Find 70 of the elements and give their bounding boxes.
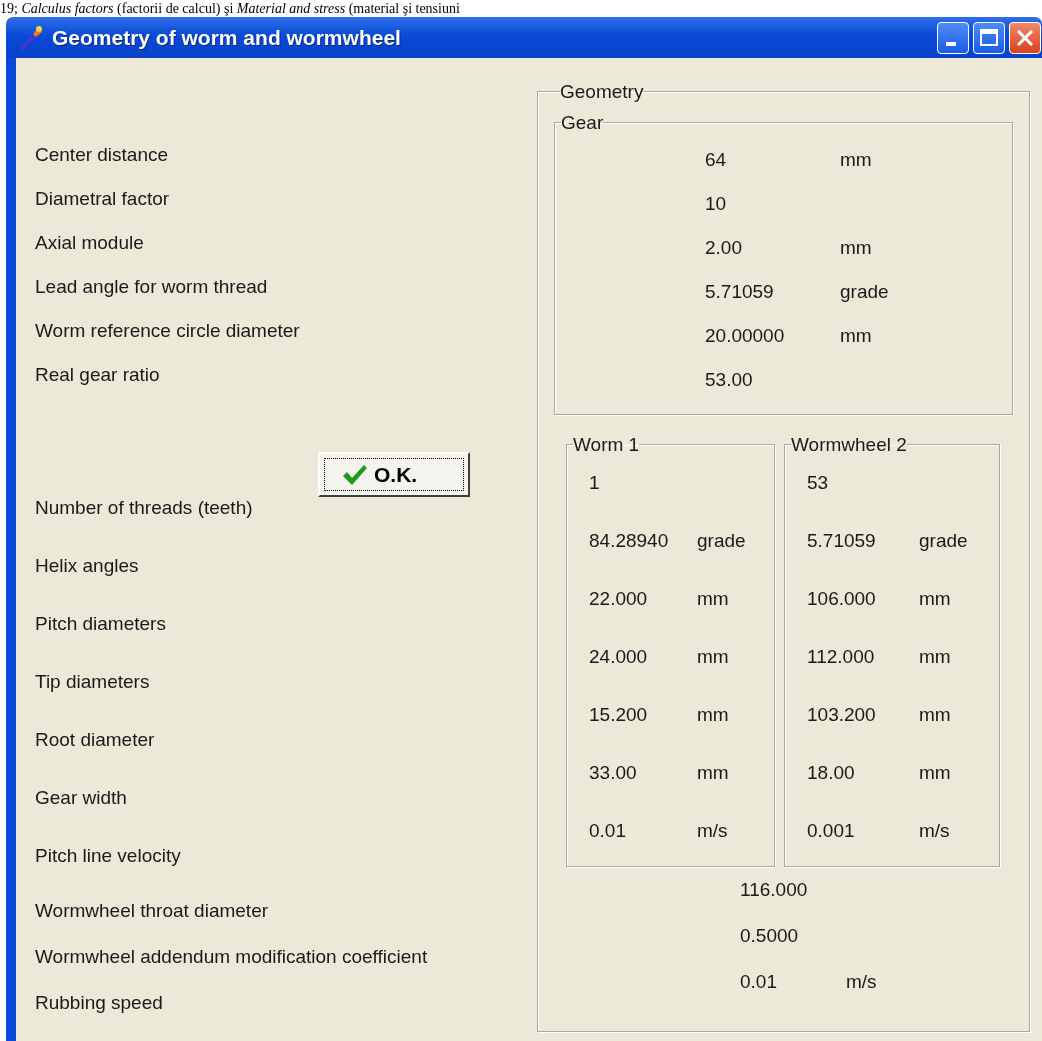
unit-label: m/s xyxy=(919,819,950,843)
unit-label: mm xyxy=(697,703,729,727)
field-label: Number of threads (teeth) xyxy=(35,497,253,518)
close-icon xyxy=(1017,29,1033,46)
check-icon xyxy=(342,463,368,486)
unit-label: mm xyxy=(840,236,872,260)
field-label: Gear width xyxy=(35,787,127,808)
unit-label: m/s xyxy=(697,819,728,843)
value-text: 64 xyxy=(705,148,728,172)
unit-label: mm xyxy=(697,761,729,785)
unit-label: grade xyxy=(697,529,746,553)
field-label: Pitch line velocity xyxy=(35,845,181,866)
group-label: Gear xyxy=(561,113,604,132)
value-text: 106.000 xyxy=(807,587,877,611)
unit-label: mm xyxy=(697,645,729,669)
minimize-icon xyxy=(945,41,956,46)
unit-label: mm xyxy=(840,324,872,348)
value-text: 15.200 xyxy=(589,703,649,727)
group-label: Geometry xyxy=(560,82,644,101)
minimize-button[interactable] xyxy=(937,21,969,54)
field-label: Tip diameters xyxy=(35,671,150,692)
unit-label: m/s xyxy=(846,970,877,994)
unit-label: mm xyxy=(919,703,951,727)
unit-label: mm xyxy=(919,587,951,611)
value-text: 24.000 xyxy=(589,645,649,669)
group-label: Wormwheel 2 xyxy=(791,435,907,454)
value-text: 103.200 xyxy=(807,703,877,727)
unit-label: mm xyxy=(697,587,729,611)
field-label: Rubbing speed xyxy=(35,992,163,1013)
field-label: Pitch diameters xyxy=(35,613,166,634)
maximize-button[interactable] xyxy=(973,21,1005,54)
field-label: Axial module xyxy=(35,232,144,253)
maximize-icon xyxy=(980,29,998,46)
value-text: 20.00000 xyxy=(705,324,786,348)
group-label: Worm 1 xyxy=(573,435,640,454)
field-label: Lead angle for worm thread xyxy=(35,276,268,297)
value-text: 33.00 xyxy=(589,761,638,785)
field-label: Root diameter xyxy=(35,729,155,750)
window-title: Geometry of worm and wormwheel xyxy=(52,25,401,50)
field-label: Wormwheel throat diameter xyxy=(35,900,269,921)
value-text: 5.71059 xyxy=(705,280,775,304)
value-text: 2.00 xyxy=(705,236,743,260)
value-text: 0.01 xyxy=(589,819,627,843)
value-text: 112.000 xyxy=(807,645,876,669)
unit-label: mm xyxy=(840,148,872,172)
value-text: 0.001 xyxy=(807,819,856,843)
ok-button[interactable]: O.K. xyxy=(318,452,470,497)
value-text: 0.01 xyxy=(740,970,778,994)
field-label: Real gear ratio xyxy=(35,364,160,385)
unit-label: mm xyxy=(919,761,951,785)
value-text: 10 xyxy=(705,192,728,216)
field-label: Diametral factor xyxy=(35,188,170,209)
value-text: 1 xyxy=(589,471,601,495)
value-text: 84.28940 xyxy=(589,529,670,553)
unit-label: grade xyxy=(840,280,889,304)
close-button[interactable] xyxy=(1009,21,1041,54)
value-text: 53.00 xyxy=(705,368,754,392)
value-text: 0.5000 xyxy=(740,924,800,948)
value-text: 22.000 xyxy=(589,587,649,611)
value-text: 18.00 xyxy=(807,761,856,785)
value-text: 53 xyxy=(807,471,830,495)
value-text: 116.000 xyxy=(740,878,809,902)
value-text: 5.71059 xyxy=(807,529,877,553)
unit-label: grade xyxy=(919,529,968,553)
unit-label: mm xyxy=(919,645,951,669)
field-label: Center distance xyxy=(35,144,169,165)
document-text: 19; Calculus factors (factorii de calcul) şi Material and stress (material şi tensiuni xyxy=(0,0,461,17)
field-label: Helix angles xyxy=(35,555,139,576)
field-label: Worm reference circle diameter xyxy=(35,320,300,341)
field-label: Wormwheel addendum modification coefficient xyxy=(35,946,428,967)
